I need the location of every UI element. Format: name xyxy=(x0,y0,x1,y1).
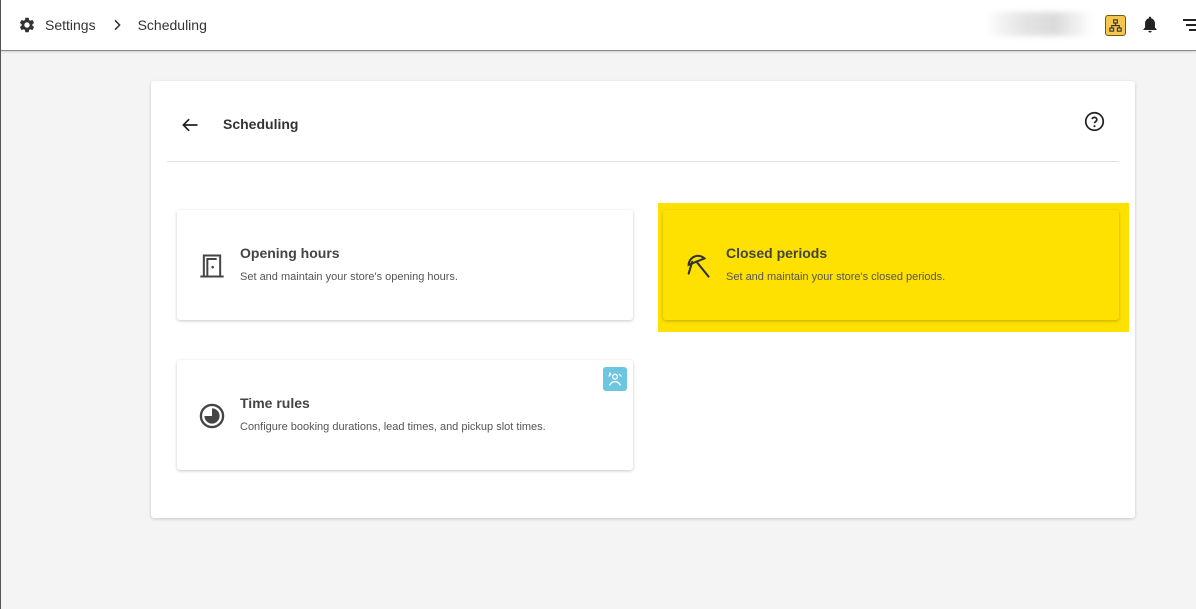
umbrella-off-icon xyxy=(683,251,713,281)
card-title: Closed periods xyxy=(726,245,828,261)
org-chart-icon[interactable] xyxy=(1105,15,1126,36)
breadcrumb-current: Scheduling xyxy=(137,17,207,33)
closed-periods-card[interactable]: Closed periods Set and maintain your sto… xyxy=(663,210,1119,320)
card-description: Configure booking durations, lead times,… xyxy=(240,421,546,433)
scheduling-panel: Scheduling Opening hours Set and maintai… xyxy=(151,81,1135,518)
opening-hours-card[interactable]: Opening hours Set and maintain your stor… xyxy=(177,210,633,320)
gear-icon[interactable] xyxy=(17,15,37,35)
card-title: Opening hours xyxy=(240,245,340,261)
window-left-border xyxy=(0,0,1,609)
top-app-bar: Settings Scheduling xyxy=(1,0,1196,51)
bell-icon[interactable] xyxy=(1140,14,1160,36)
time-rules-card[interactable]: Time rules Configure booking durations, … xyxy=(177,360,633,470)
door-icon xyxy=(197,251,227,281)
arrow-left-icon[interactable] xyxy=(179,114,201,136)
page-title: Scheduling xyxy=(223,116,299,132)
clock-progress-icon xyxy=(197,401,227,431)
user-name-redacted[interactable] xyxy=(985,12,1093,36)
breadcrumb: Settings Scheduling xyxy=(17,14,207,36)
header-divider xyxy=(167,161,1119,162)
card-description: Set and maintain your store's opening ho… xyxy=(240,271,458,283)
card-title: Time rules xyxy=(240,395,310,411)
feature-badge-icon xyxy=(603,367,627,391)
menu-icon[interactable] xyxy=(1183,16,1196,34)
card-description: Set and maintain your store's closed per… xyxy=(726,271,946,283)
chevron-right-icon xyxy=(107,15,127,35)
breadcrumb-settings-link[interactable]: Settings xyxy=(45,17,96,33)
help-circle-icon[interactable] xyxy=(1083,110,1105,132)
